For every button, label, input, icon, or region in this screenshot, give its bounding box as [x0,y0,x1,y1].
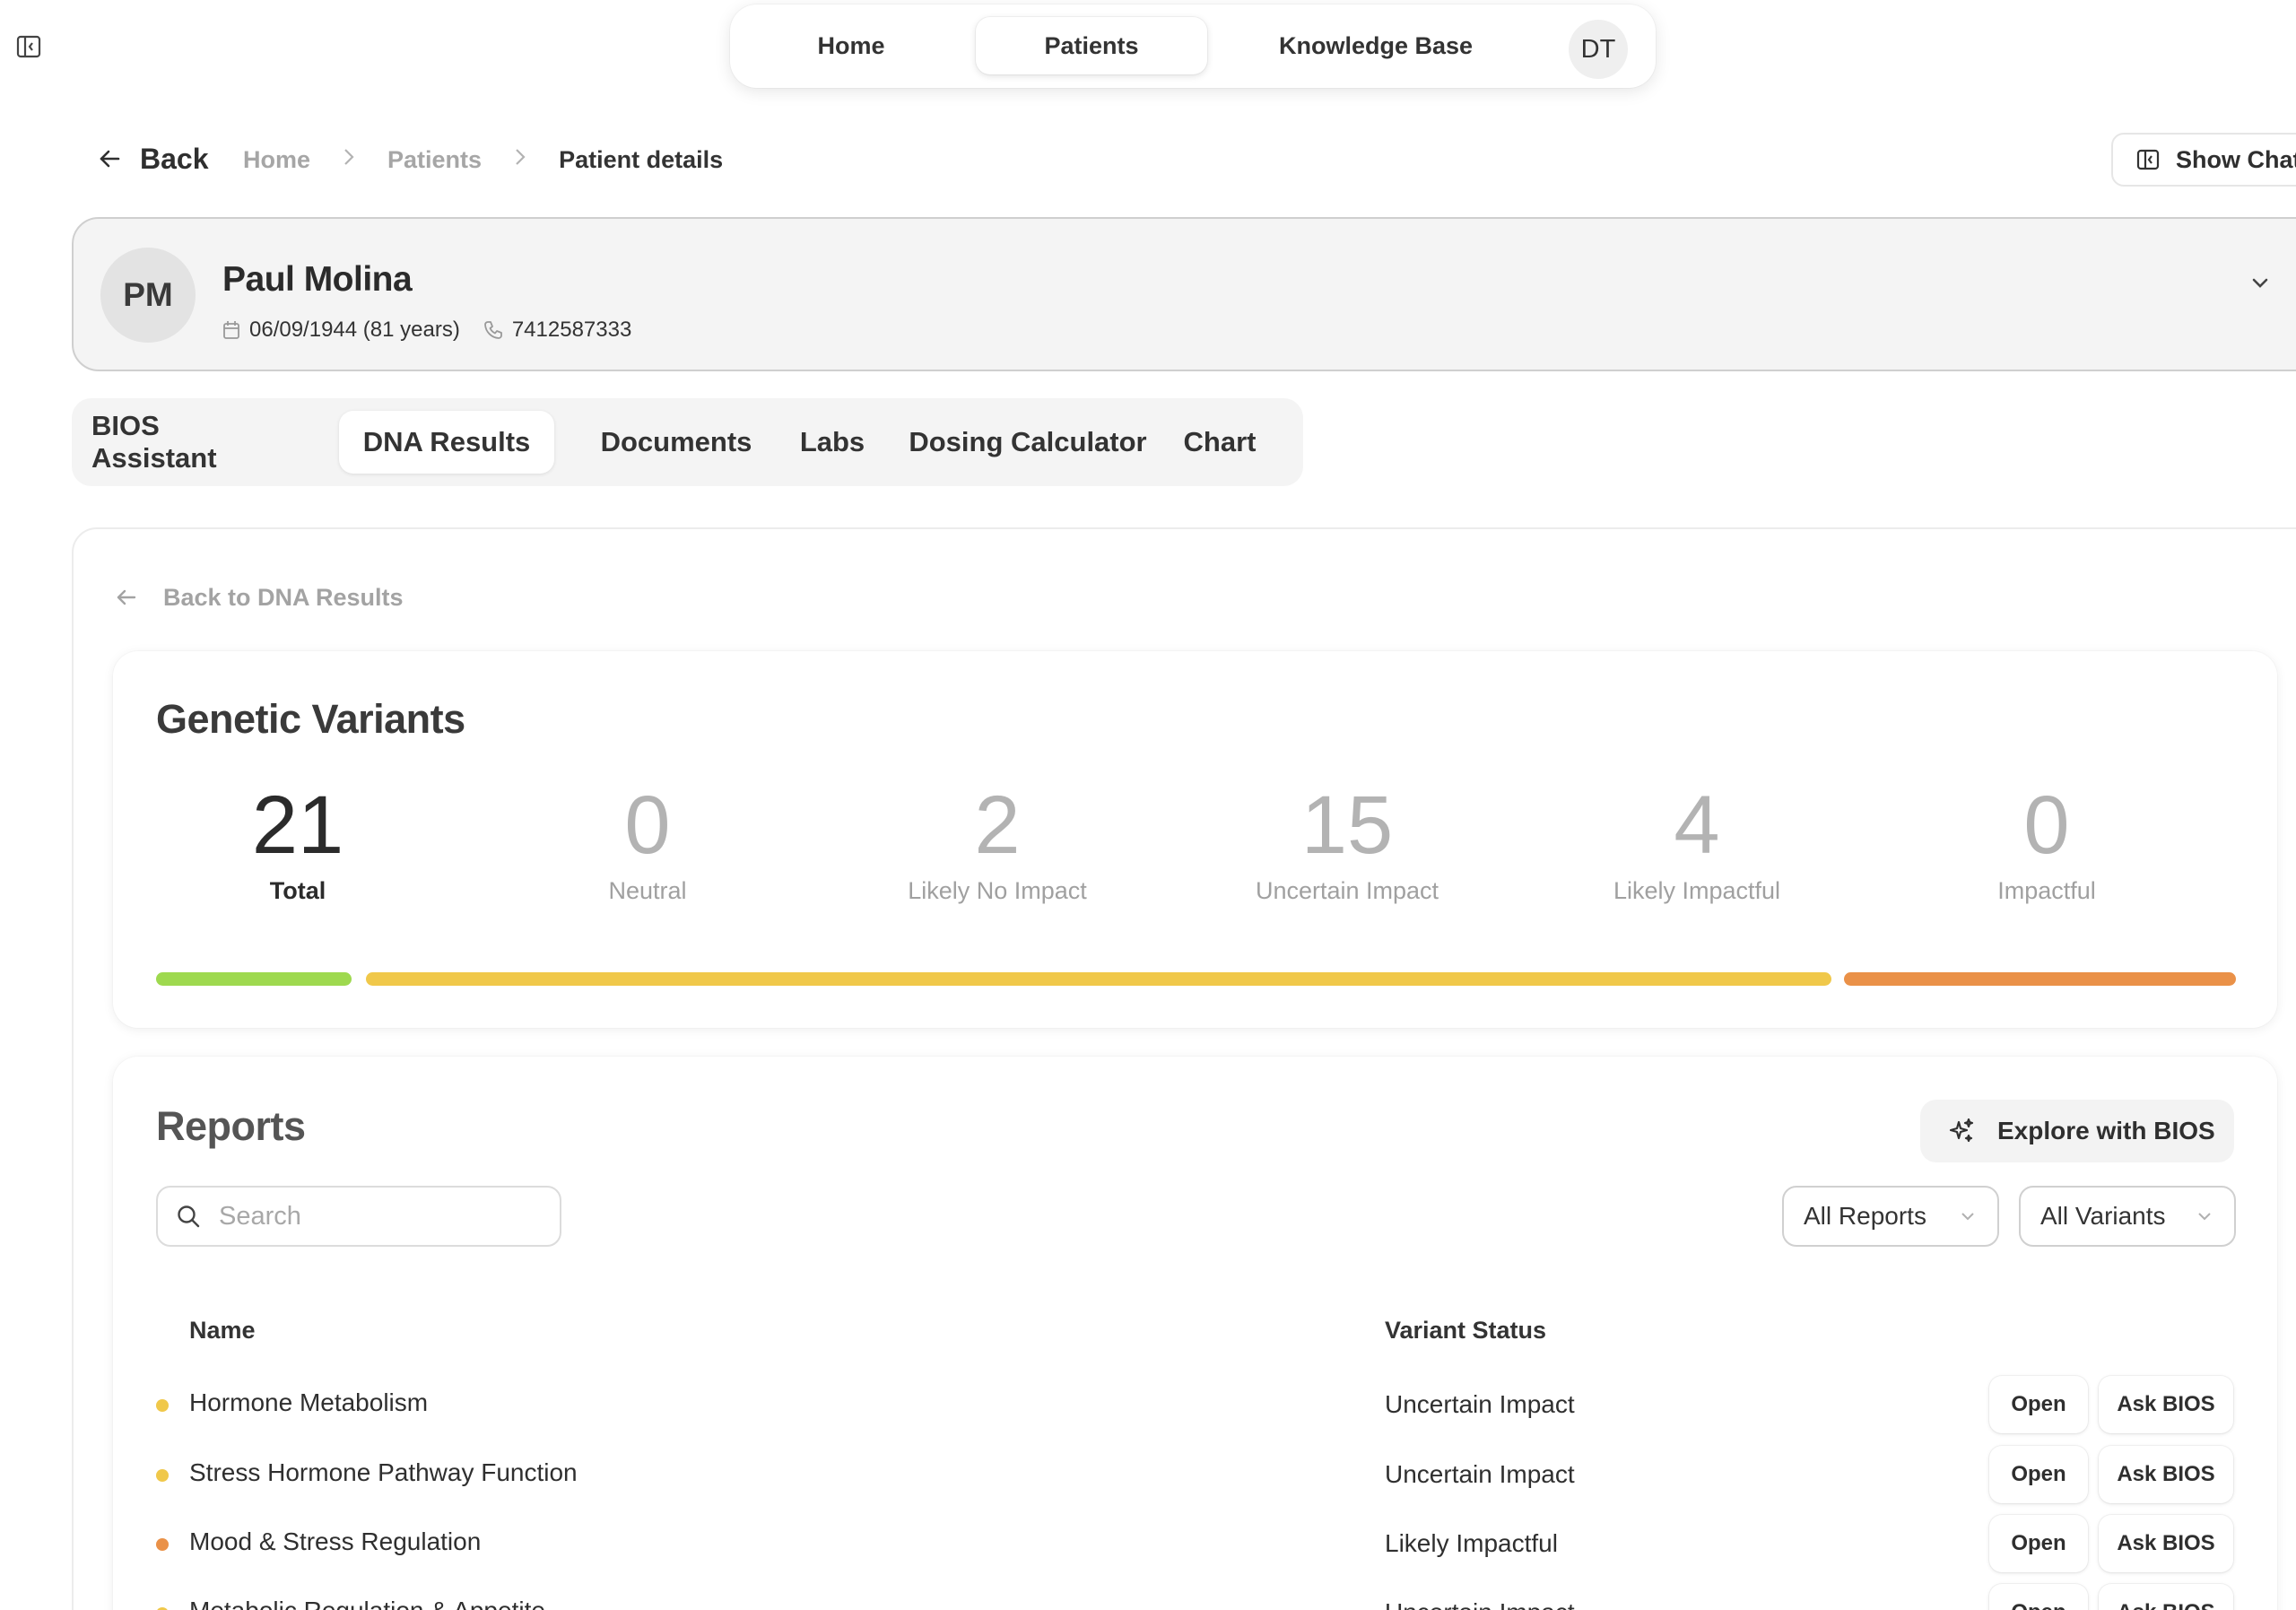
patient-header-card: PM Paul Molina 06/09/1944 (81 years) 741… [72,217,2296,371]
variants-title: Genetic Variants [156,696,465,742]
tab-dna-results[interactable]: DNA Results [339,411,554,474]
breadcrumb-patients[interactable]: Patients [387,146,482,174]
ask-bios-button[interactable]: Ask BIOS [2099,1376,2233,1433]
stat-total: 21 Total [163,784,432,905]
tab-documents[interactable]: Documents [569,411,784,474]
likely-impactful-bar [1844,972,2236,986]
show-chat-label: Show Chat [2176,145,2296,173]
breadcrumb-home[interactable]: Home [243,146,310,174]
stat-neutral: 0 Neutral [513,784,782,905]
report-name: Stress Hormone Pathway Function [189,1458,578,1486]
stat-total-label: Total [269,877,326,904]
chevron-right-icon [343,147,355,173]
report-name: Mood & Stress Regulation [189,1527,482,1555]
top-navigation: Home Patients Knowledge Base DT [730,4,1656,88]
back-label: Back [140,142,209,175]
stat-uncertain-impact-value: 15 [1300,779,1394,871]
stat-likely-impactful-value: 4 [1674,779,1720,871]
stat-neutral-label: Neutral [608,877,687,904]
genetic-variants-card: Genetic Variants 21 Total 0 Neutral 2 Li… [113,651,2277,1028]
stat-likely-impactful-label: Likely Impactful [1613,877,1781,904]
variant-status: Uncertain Impact [1385,1598,1575,1610]
variant-status: Uncertain Impact [1385,1390,1575,1418]
search-icon [176,1204,201,1229]
open-button[interactable]: Open [1989,1446,2088,1503]
back-to-dna-label: Back to DNA Results [163,583,404,611]
chevron-down-icon [2195,1206,2214,1226]
open-button[interactable]: Open [1989,1515,2088,1572]
open-button[interactable]: Open [1989,1584,2088,1610]
status-dot [156,1399,169,1412]
tab-chart[interactable]: Chart [1153,411,1286,474]
column-header-variant-status[interactable]: Variant Status [1385,1317,1546,1345]
user-avatar[interactable]: DT [1569,20,1628,79]
explore-label: Explore with BIOS [1997,1117,2215,1144]
column-header-name[interactable]: Name [189,1317,256,1345]
phone-icon [483,320,503,340]
stat-neutral-value: 0 [624,779,671,871]
nav-patients[interactable]: Patients [976,17,1207,74]
ask-bios-button[interactable]: Ask BIOS [2099,1584,2233,1610]
all-variants-value: All Variants [2040,1202,2166,1230]
ask-bios-button[interactable]: Ask BIOS [2099,1515,2233,1572]
panel-toggle-icon [2136,148,2160,171]
calendar-icon [222,320,240,340]
stat-impactful: 0 Impactful [1912,784,2181,905]
variant-status: Uncertain Impact [1385,1460,1575,1488]
table-row[interactable]: Mood & Stress Regulation Likely Impactful… [113,1511,2277,1574]
stat-impactful-value: 0 [2023,779,2070,871]
status-dot [156,1538,169,1551]
sparkles-icon [1947,1117,1976,1145]
chevron-right-icon [514,147,526,173]
stat-uncertain-impact: 15 Uncertain Impact [1213,784,1482,905]
status-dot [156,1469,169,1482]
uncertain-impact-bar [366,972,1831,986]
report-name: Hormone Metabolism [189,1388,429,1416]
breadcrumb: Home Patients Patient details [243,142,723,178]
open-button[interactable]: Open [1989,1376,2088,1433]
reports-title: Reports [156,1103,306,1149]
report-name: Metabolic Regulation & Appetite [189,1597,545,1610]
patient-avatar: PM [100,248,196,343]
variant-status: Likely Impactful [1385,1529,1558,1557]
back-button[interactable]: Back [97,138,209,179]
nav-home[interactable]: Home [748,17,954,74]
patient-dob: 06/09/1944 (81 years) [249,318,460,342]
reports-card: Reports Explore with BIOS All Reports Al… [113,1057,2277,1610]
sidebar-toggle-icon[interactable] [16,34,41,59]
stat-likely-no-impact: 2 Likely No Impact [863,784,1132,905]
stat-total-value: 21 [251,779,344,871]
patient-meta: 06/09/1944 (81 years) 7412587333 [222,318,631,343]
explore-with-bios-button[interactable]: Explore with BIOS [1920,1100,2234,1162]
patient-phone: 7412587333 [511,318,632,342]
show-chat-button[interactable]: Show Chat [2111,133,2296,187]
tab-bios-assistant[interactable]: BIOS Assistant [91,410,267,474]
stat-likely-no-impact-label: Likely No Impact [908,877,1087,904]
stat-uncertain-impact-label: Uncertain Impact [1255,877,1439,904]
all-reports-value: All Reports [1804,1202,1926,1230]
nav-knowledge-base[interactable]: Knowledge Base [1232,17,1519,74]
tab-labs[interactable]: Labs [770,411,895,474]
table-row[interactable]: Stress Hormone Pathway Function Uncertain… [113,1442,2277,1505]
search-input[interactable] [219,1201,542,1231]
search-field[interactable] [156,1186,561,1247]
all-reports-dropdown[interactable]: All Reports [1782,1186,1999,1247]
arrow-left-icon [97,146,122,171]
back-to-dna-results-link[interactable]: Back to DNA Results [115,581,404,614]
stat-likely-impactful: 4 Likely Impactful [1562,784,1831,905]
patient-name: Paul Molina [222,260,413,299]
stat-impactful-label: Impactful [1997,877,2096,904]
patient-tabs: BIOS Assistant DNA Results Documents Lab… [72,398,1303,486]
table-row[interactable]: Metabolic Regulation & Appetite Uncertain… [113,1580,2277,1610]
stat-likely-no-impact-value: 2 [974,779,1021,871]
table-row[interactable]: Hormone Metabolism Uncertain Impact Open As… [113,1372,2277,1435]
chevron-down-icon [1958,1206,1978,1226]
arrow-left-icon [115,586,138,609]
tab-dosing-calculator[interactable]: Dosing Calculator [884,411,1171,474]
ask-bios-button[interactable]: Ask BIOS [2099,1446,2233,1503]
all-variants-dropdown[interactable]: All Variants [2019,1186,2236,1247]
chevron-down-icon[interactable] [2242,265,2278,301]
likely-no-impact-bar [156,972,352,986]
breadcrumb-current: Patient details [559,145,724,173]
